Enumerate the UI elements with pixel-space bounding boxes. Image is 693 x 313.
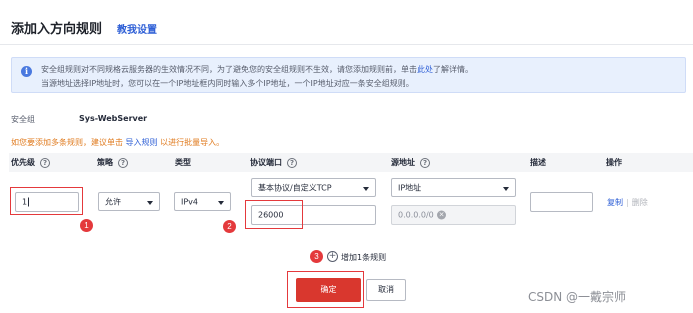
row-actions: 复制 | 删除 xyxy=(607,197,648,208)
header-policy: 策略? xyxy=(97,157,128,168)
clear-icon[interactable]: × xyxy=(437,210,446,220)
policy-select-value: 允许 xyxy=(105,197,121,206)
description-input[interactable] xyxy=(530,192,593,212)
info-text-line2: 当源地址选择IP地址时，您可以在一个IP地址框内同时输入多个IP地址，一个IP地… xyxy=(41,79,414,88)
chevron-down-icon xyxy=(147,200,153,205)
batch-hint-prefix: 如您要添加多条规则，建议单击 xyxy=(11,138,123,147)
type-select-value: IPv4 xyxy=(181,197,199,206)
annotation-badge-1: 1 xyxy=(80,219,93,232)
plus-icon[interactable]: + xyxy=(327,251,338,262)
header-priority-label: 优先级 xyxy=(11,158,35,167)
annotation-box-1 xyxy=(10,187,83,215)
cancel-button[interactable]: 取消 xyxy=(366,279,406,301)
info-text-prefix: 安全组规则对不同规格云服务器的生效情况不同，为了避免您的安全组规则不生效，请您添… xyxy=(41,65,417,74)
annotation-badge-2: 2 xyxy=(223,220,236,233)
help-icon[interactable]: ? xyxy=(118,157,128,168)
annotation-badge-3: 3 xyxy=(310,250,323,263)
source-ip-input[interactable]: 0.0.0.0/0 × xyxy=(391,205,516,225)
help-icon[interactable]: ? xyxy=(40,157,50,168)
source-type-select[interactable]: IP地址 xyxy=(391,178,516,197)
chevron-down-icon xyxy=(503,186,509,191)
chevron-down-icon xyxy=(363,186,369,191)
header-description: 描述 xyxy=(530,157,546,168)
chevron-down-icon xyxy=(218,200,224,205)
protocol-select-value: 基本协议/自定义TCP xyxy=(258,183,332,192)
dialog-title: 添加入方向规则 xyxy=(11,22,103,37)
header-protocol-port: 协议端口? xyxy=(250,157,297,168)
security-group-label: 安全组 xyxy=(11,115,35,124)
actions-separator: | xyxy=(626,198,629,207)
type-select[interactable]: IPv4 xyxy=(174,192,231,211)
header-source-label: 源地址 xyxy=(391,158,415,167)
details-link[interactable]: 此处 xyxy=(417,65,433,74)
help-icon[interactable]: ? xyxy=(287,157,297,168)
delete-button[interactable]: 删除 xyxy=(632,198,648,207)
security-group-value: Sys-WebServer xyxy=(79,114,148,123)
info-icon: i xyxy=(21,66,32,77)
header-actions: 操作 xyxy=(606,157,622,168)
help-icon[interactable]: ? xyxy=(420,157,430,168)
header-divider xyxy=(0,44,693,45)
protocol-select[interactable]: 基本协议/自定义TCP xyxy=(251,178,376,197)
info-text-suffix: 了解详情。 xyxy=(433,65,473,74)
header-type-label: 类型 xyxy=(175,158,191,167)
watermark: CSDN @一戴宗师 xyxy=(528,290,627,304)
header-policy-label: 策略 xyxy=(97,158,113,167)
policy-select[interactable]: 允许 xyxy=(98,192,160,211)
header-source: 源地址? xyxy=(391,157,430,168)
batch-hint-suffix: 以进行批量导入。 xyxy=(160,138,225,147)
header-description-label: 描述 xyxy=(530,158,546,167)
source-type-select-value: IP地址 xyxy=(398,183,422,192)
annotation-box-2 xyxy=(245,200,303,229)
header-protocol-port-label: 协议端口 xyxy=(250,158,282,167)
header-actions-label: 操作 xyxy=(606,158,622,167)
header-priority: 优先级? xyxy=(11,157,50,168)
info-banner: i 安全组规则对不同规格云服务器的生效情况不同，为了避免您的安全组规则不生效，请… xyxy=(11,57,686,93)
add-rule-button[interactable]: 增加1条规则 xyxy=(341,252,386,263)
copy-button[interactable]: 复制 xyxy=(607,198,623,207)
batch-import-hint: 如您要添加多条规则，建议单击 导入规则 以进行批量导入。 xyxy=(11,137,224,148)
source-ip-value: 0.0.0.0/0 xyxy=(398,210,434,220)
header-type: 类型 xyxy=(175,157,191,168)
tutorial-link[interactable]: 教我设置 xyxy=(117,21,157,36)
import-rules-link[interactable]: 导入规则 xyxy=(126,138,158,147)
info-text-line1: 安全组规则对不同规格云服务器的生效情况不同，为了避免您的安全组规则不生效，请您添… xyxy=(41,64,473,75)
annotation-box-3 xyxy=(287,271,364,308)
